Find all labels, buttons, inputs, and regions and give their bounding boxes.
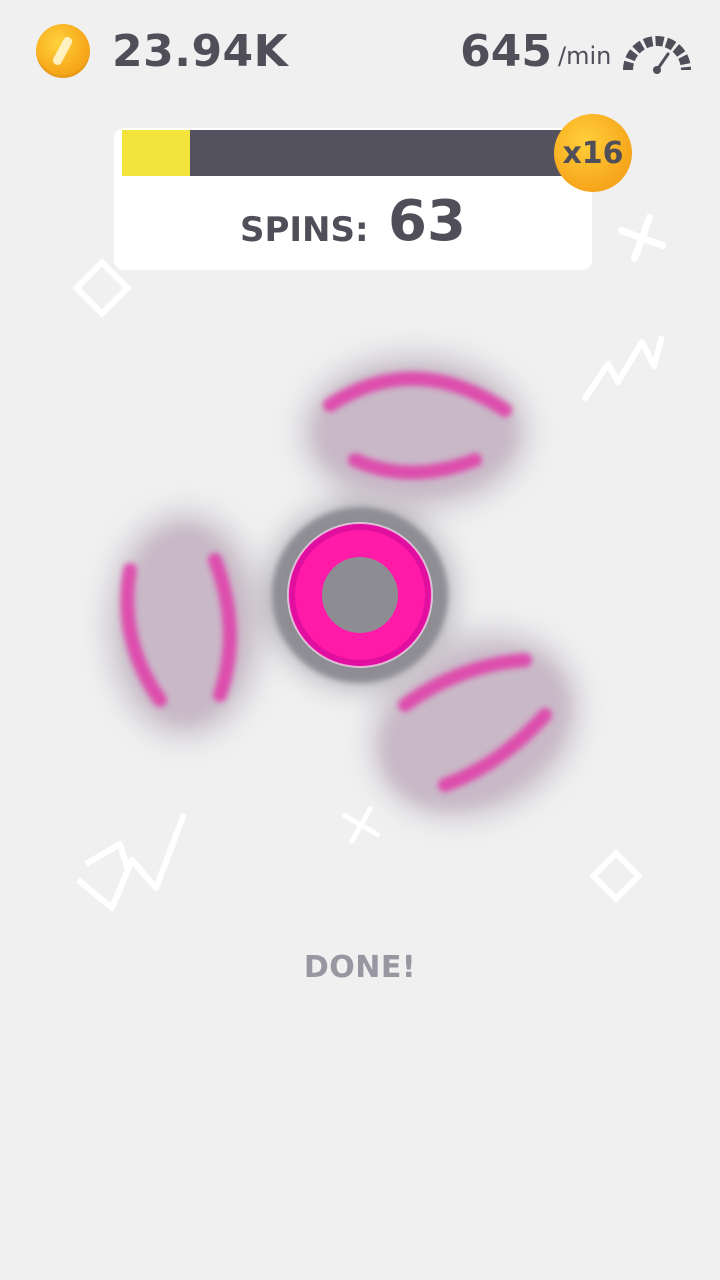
- spin-progress-fill: [122, 130, 191, 176]
- plus-doodle-icon: [617, 213, 667, 263]
- spin-progress-bar: [122, 130, 562, 176]
- coins-counter: 23.94K: [112, 26, 289, 77]
- speedometer-icon: [623, 36, 691, 74]
- multiplier-badge: x16: [554, 114, 632, 192]
- coin-icon: [36, 24, 90, 78]
- fidget-spinner[interactable]: [80, 310, 640, 870]
- spins-label: SPINS:: [240, 210, 369, 250]
- spin-rate-unit: /min: [558, 42, 612, 70]
- spin-rate-value: 645: [460, 26, 552, 77]
- done-button[interactable]: DONE!: [260, 940, 460, 996]
- game-screen: 23.94K 645 /min x16 SPINS: 63 DONE!: [0, 0, 720, 1280]
- spins-counter: 63: [388, 189, 466, 254]
